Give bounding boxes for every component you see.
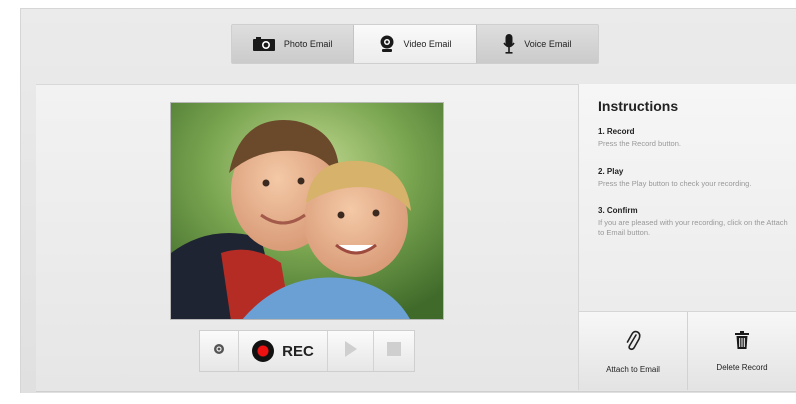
- video-preview: [170, 102, 444, 320]
- action-buttons: Attach to Email Delete Record: [578, 311, 796, 390]
- webcam-icon: [379, 35, 395, 53]
- delete-record-button[interactable]: Delete Record: [688, 312, 796, 390]
- step-title: 1. Record: [598, 127, 635, 136]
- attach-label: Attach to Email: [606, 364, 660, 374]
- tab-label: Voice Email: [524, 39, 572, 49]
- settings-button[interactable]: [200, 331, 239, 371]
- paperclip-icon: [625, 329, 641, 353]
- step-text: Press the Record button.: [598, 139, 681, 148]
- tab-label: Video Email: [403, 39, 452, 49]
- microphone-icon: [503, 34, 515, 54]
- trash-icon: [735, 330, 749, 351]
- play-button[interactable]: [328, 331, 374, 371]
- record-icon: [252, 340, 275, 362]
- instruction-step: 1. Record Press the Record button.: [598, 127, 796, 149]
- tab-video-email[interactable]: Video Email: [354, 25, 477, 63]
- record-button[interactable]: REC: [239, 331, 328, 371]
- step-title: 2. Play: [598, 166, 624, 176]
- instruction-step: 2. Play Press the Play button to check y…: [598, 167, 796, 189]
- tab-label: Photo Email: [283, 39, 333, 49]
- tab-photo-email[interactable]: Photo Email: [232, 25, 355, 63]
- instructions-title: Instructions: [598, 98, 679, 114]
- play-icon: [344, 340, 358, 363]
- attach-to-email-button[interactable]: Attach to Email: [579, 312, 688, 390]
- step-text: Press the Play button to check your reco…: [598, 178, 752, 188]
- instruction-step: 3. Confirm If you are pleased with your …: [598, 206, 796, 237]
- media-type-tabs: Photo Email Video Email Voice Email: [231, 24, 599, 64]
- record-label: REC: [282, 342, 314, 360]
- camera-icon: [252, 37, 275, 51]
- instructions-panel: Instructions 1. Record Press the Record …: [578, 84, 796, 311]
- stop-icon: [387, 341, 401, 361]
- step-text: If you are pleased with your recording, …: [598, 218, 788, 237]
- gear-icon: [213, 342, 225, 360]
- stop-button[interactable]: [374, 331, 414, 371]
- recorder-controls: REC: [199, 330, 415, 372]
- step-title: 3. Confirm: [598, 206, 638, 215]
- delete-label: Delete Record: [716, 362, 768, 372]
- tab-voice-email[interactable]: Voice Email: [477, 25, 598, 63]
